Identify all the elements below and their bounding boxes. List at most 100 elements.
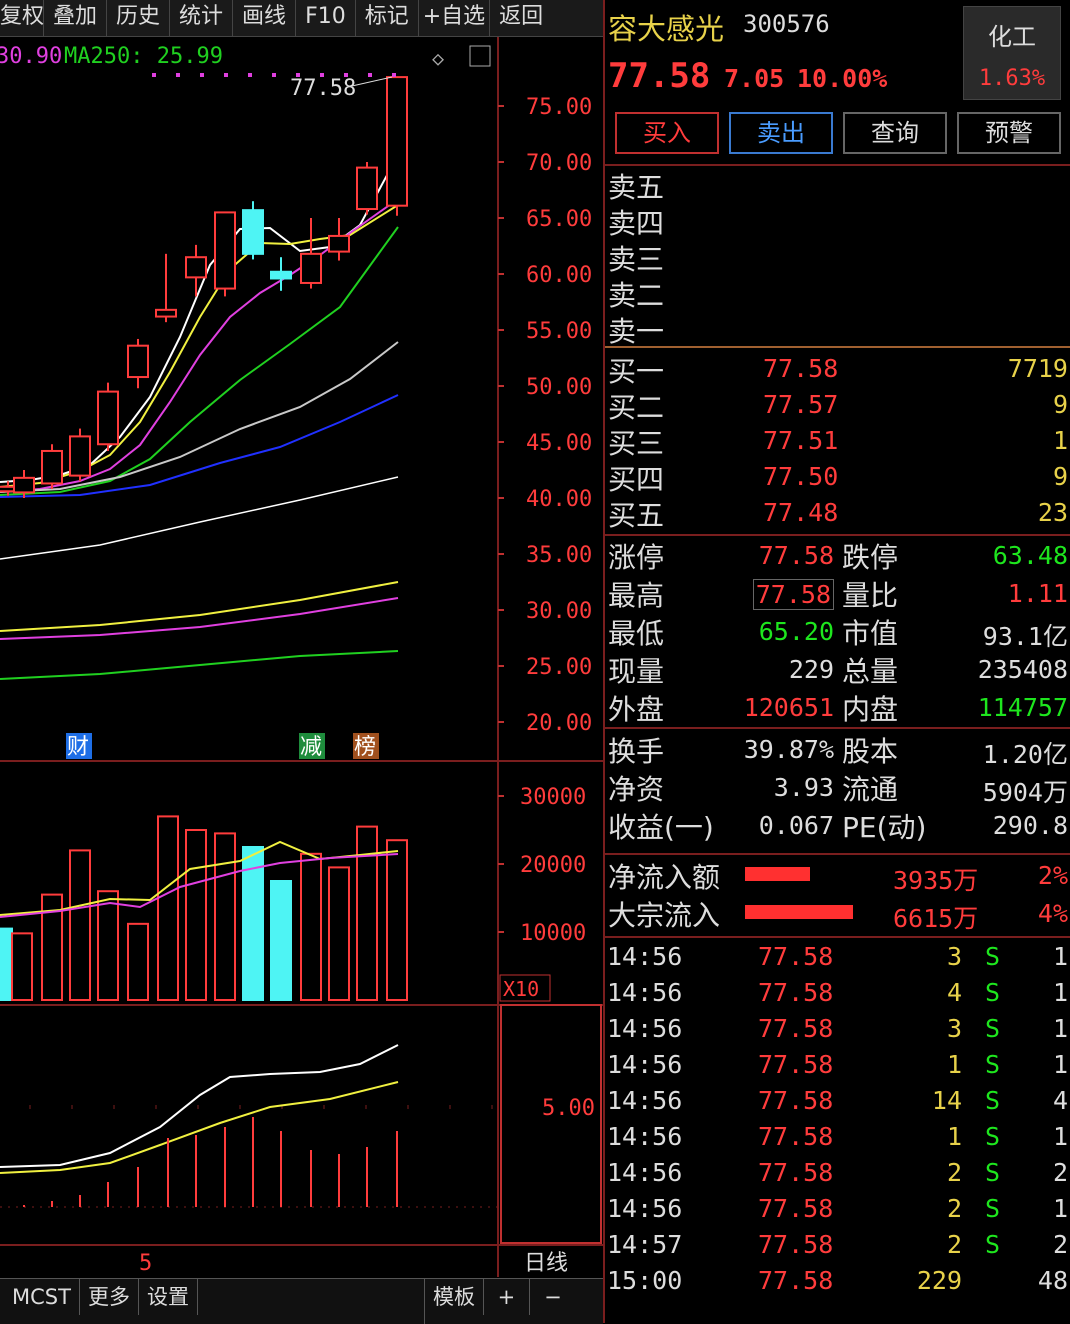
panel-toggle-icon: [469, 45, 491, 67]
tick-price: 77.58: [758, 1122, 834, 1151]
fund-flow-bar: [745, 905, 853, 919]
tick-volume: 1: [946, 1050, 962, 1079]
tick-row[interactable]: 15:00 77.58 229 48: [605, 1266, 1070, 1300]
volume-bar-up: [97, 890, 119, 1002]
marker-dot: [224, 73, 228, 77]
tick-side: S: [985, 1122, 1001, 1151]
marker-dot: [176, 73, 180, 77]
buy-level-volume: 23: [1037, 498, 1068, 527]
tick-count: 2: [1052, 1230, 1068, 1259]
alert-button[interactable]: 预警: [957, 112, 1061, 154]
tick-row[interactable]: 14:56 77.58 1 S 1: [605, 1122, 1070, 1156]
buy-button[interactable]: 买入: [615, 112, 719, 154]
tick-time: 14:56: [607, 1122, 683, 1151]
tick-row[interactable]: 14:56 77.58 4 S 1: [605, 978, 1070, 1012]
price-axis-label: 60.00: [526, 263, 592, 288]
toolbar-overlay-button[interactable]: 叠加: [44, 0, 108, 36]
price-axis-label: 30.00: [526, 599, 592, 624]
zoom-out-button[interactable]: −: [530, 1279, 576, 1315]
tick-time: 14:56: [607, 1050, 683, 1079]
fundamental-value: 290.8: [992, 811, 1068, 840]
price-axis-label: 50.00: [526, 375, 592, 400]
fundamental-label: PE(动): [842, 811, 927, 844]
fundamental-label: 流通: [842, 773, 899, 806]
tick-count: 1: [1052, 1050, 1068, 1079]
candle-up: [97, 390, 119, 446]
tick-row[interactable]: 14:56 77.58 2 S 2: [605, 1158, 1070, 1192]
tick-row[interactable]: 14:56 77.58 2 S 1: [605, 1194, 1070, 1228]
toolbar-history-button[interactable]: 历史: [107, 0, 171, 36]
tick-row[interactable]: 14:57 77.58 2 S 2: [605, 1230, 1070, 1264]
tick-price: 77.58: [758, 1266, 834, 1295]
tick-count: 4: [1052, 1086, 1068, 1115]
fund-flow-pct: 2%: [1037, 861, 1068, 890]
toolbar-f10-button[interactable]: F10: [296, 0, 356, 36]
toolbar-stats-button[interactable]: 统计: [170, 0, 234, 36]
kline-chart[interactable]: 75.0070.0065.0060.0055.0050.0045.0040.00…: [0, 37, 603, 1277]
divider: [605, 853, 1070, 855]
buy-level-price: 77.58: [763, 354, 839, 383]
tick-count: 1: [1052, 1194, 1068, 1223]
mcst-button[interactable]: MCST: [4, 1279, 80, 1315]
candle-up: [300, 252, 322, 284]
event-marker-text: 财: [67, 735, 89, 760]
tick-row[interactable]: 14:56 77.58 3 S 1: [605, 942, 1070, 976]
tick-price: 77.58: [758, 1194, 834, 1223]
tick-side: S: [985, 1086, 1001, 1115]
query-button[interactable]: 查询: [843, 112, 947, 154]
more-button[interactable]: 更多: [80, 1279, 139, 1315]
tick-side: S: [985, 1014, 1001, 1043]
toolbar-add-watchlist-button[interactable]: +自选: [419, 0, 491, 36]
buy-level-price: 77.51: [763, 426, 839, 455]
tick-count: 1: [1052, 942, 1068, 971]
kline-chart-area[interactable]: 75.00 70.00 65.00 60.00 55.00 50.00 45.00 40.00…: [0, 37, 603, 1277]
sell-button[interactable]: 卖出: [729, 112, 833, 154]
toolbar-back-button[interactable]: 返回: [490, 0, 552, 36]
tick-row[interactable]: 14:56 77.58 3 S 1: [605, 1014, 1070, 1048]
stat-value: 229: [788, 655, 834, 684]
buy-level-label: 买三: [608, 427, 665, 460]
tick-volume: 3: [946, 1014, 962, 1043]
tick-volume: 2: [946, 1194, 962, 1223]
toolbar-mark-button[interactable]: 标记: [356, 0, 419, 36]
candle-up: [13, 476, 35, 494]
tick-count: 2: [1052, 1158, 1068, 1187]
fundamental-value: 5904万: [982, 778, 1068, 807]
marker-dot: [152, 73, 156, 77]
price-axis-label: 20.00: [526, 711, 592, 736]
tick-row[interactable]: 14:56 77.58 14 S 4: [605, 1086, 1070, 1120]
tick-time: 14:56: [607, 942, 683, 971]
marker-dot: [248, 73, 252, 77]
stock-code: 300576: [743, 10, 830, 38]
tick-count: 1: [1052, 978, 1068, 1007]
candle-down: [270, 270, 292, 280]
stat-value: 1.11: [1007, 579, 1068, 608]
sector-box[interactable]: 化工 1.63%: [963, 6, 1061, 100]
tick-volume: 229: [916, 1266, 962, 1295]
toolbar-fuquan-button[interactable]: 复权: [0, 0, 44, 36]
volume-axis-label: 20000: [520, 853, 586, 878]
price-axis-label: 55.00: [526, 319, 592, 344]
zoom-in-button[interactable]: +: [484, 1279, 530, 1315]
stat-label: 现量: [608, 655, 665, 688]
tick-volume: 1: [946, 1122, 962, 1151]
indicator-axis-box: [500, 1004, 602, 1244]
toolbar-draw-button[interactable]: 画线: [233, 0, 297, 36]
template-button[interactable]: 模板: [425, 1279, 484, 1315]
tick-time: 14:56: [607, 978, 683, 1007]
price-change: 7.05: [724, 64, 785, 93]
sell-level-label: 卖五: [608, 171, 665, 204]
tick-row[interactable]: 14:56 77.58 1 S 1: [605, 1050, 1070, 1084]
fundamental-label: 收益(一): [608, 811, 714, 844]
volume-bar-up: [386, 839, 408, 1002]
tick-price: 77.58: [758, 1158, 834, 1187]
settings-button[interactable]: 设置: [139, 1279, 198, 1315]
tick-side: S: [985, 978, 1001, 1007]
volume-bar-up: [127, 922, 149, 1002]
stat-value: 235408: [977, 655, 1068, 684]
candle-up: [41, 449, 63, 485]
tick-side: S: [985, 942, 1001, 971]
volume-bar-up: [300, 852, 322, 1001]
tick-time: 15:00: [607, 1266, 683, 1295]
marker-dot: [272, 73, 276, 77]
